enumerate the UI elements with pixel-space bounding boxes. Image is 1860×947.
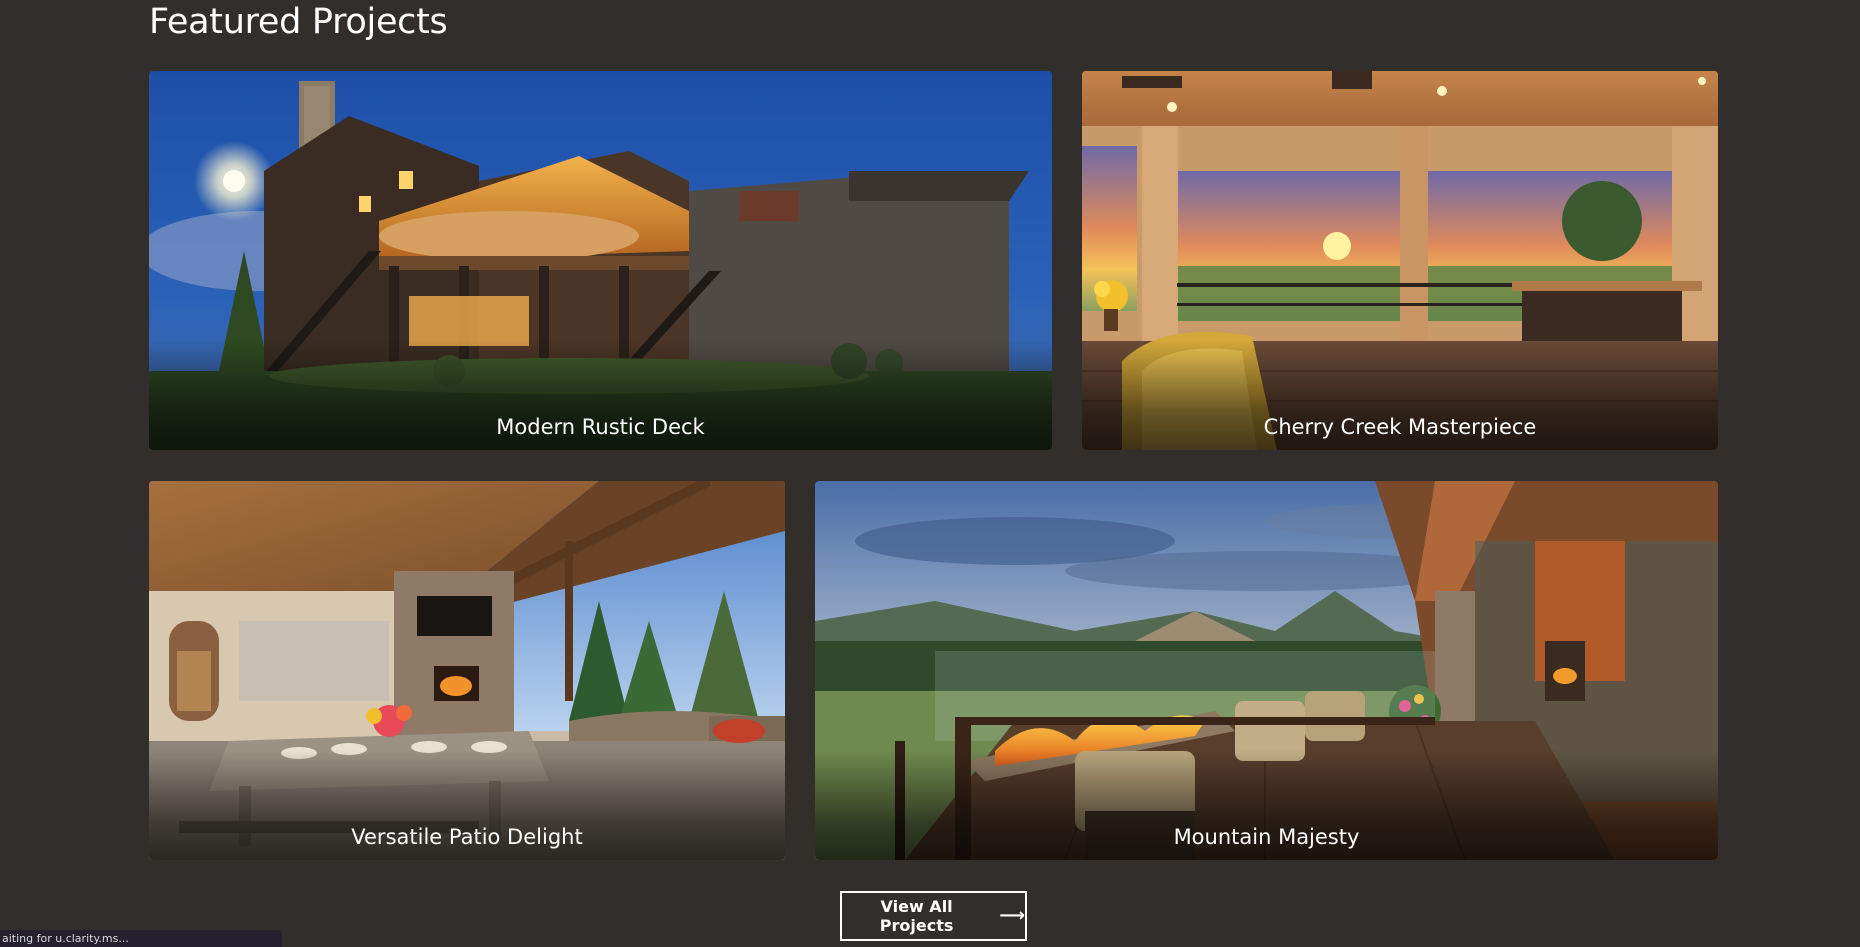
project-title: Cherry Creek Masterpiece — [1263, 415, 1537, 439]
section-title: Featured Projects — [149, 2, 448, 42]
project-title: Modern Rustic Deck — [496, 415, 705, 439]
project-title: Mountain Majesty — [1173, 825, 1360, 849]
browser-status-bar: aiting for u.clarity.ms... — [0, 930, 282, 947]
arrow-right-icon: ⟶ — [999, 905, 1025, 926]
project-card-modern-rustic-deck[interactable]: Modern Rustic Deck — [149, 71, 1052, 450]
project-card-mountain-majesty[interactable]: Mountain Majesty — [815, 481, 1718, 860]
view-all-projects-button[interactable]: View All Projects ⟶ — [840, 891, 1027, 941]
project-card-versatile-patio-delight[interactable]: Versatile Patio Delight — [149, 481, 785, 860]
view-all-label: View All Projects — [879, 897, 954, 935]
page: Featured Projects Modern Rustic Deck Che… — [0, 0, 1860, 947]
project-title: Versatile Patio Delight — [351, 825, 583, 849]
project-card-cherry-creek-masterpiece[interactable]: Cherry Creek Masterpiece — [1082, 71, 1718, 450]
